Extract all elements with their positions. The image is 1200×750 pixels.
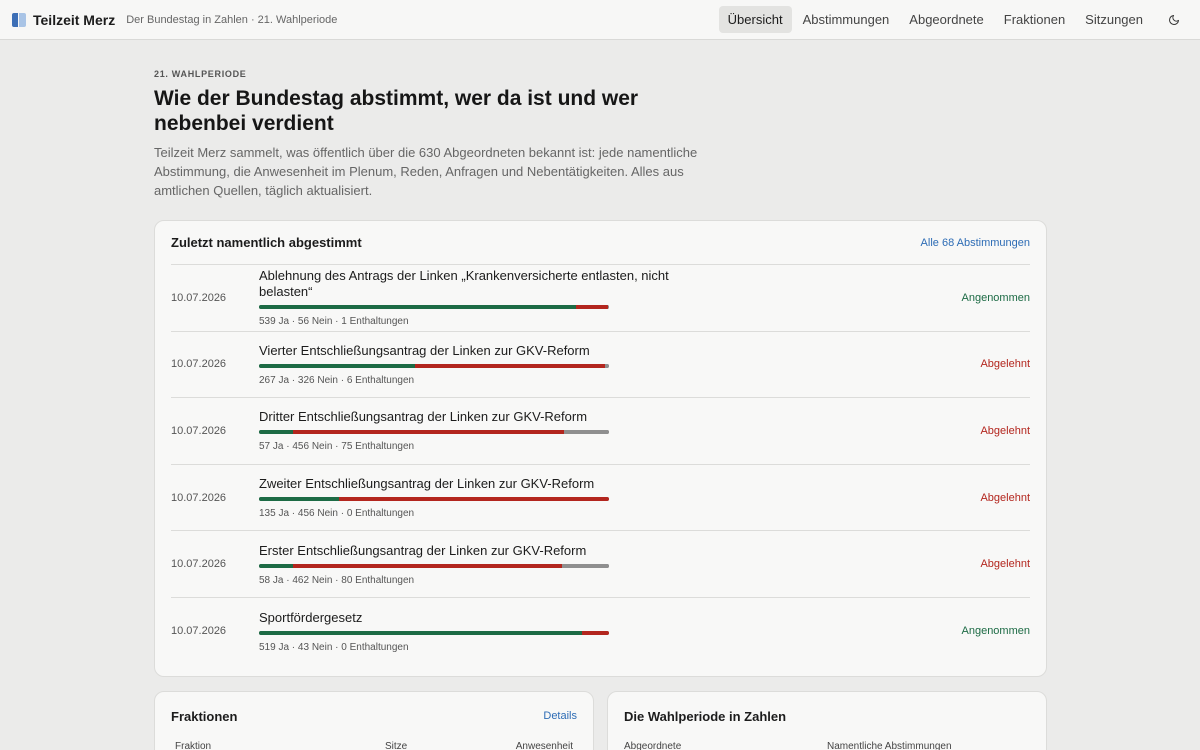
vote-main: Erster Entschließungsantrag der Linken z… bbox=[259, 543, 719, 586]
vote-result-bar bbox=[259, 497, 609, 502]
main-content: 21. WAHLPERIODE Wie der Bundestag abstim… bbox=[154, 69, 1047, 750]
vote-result-badge: Abgelehnt bbox=[980, 491, 1030, 504]
brand-name[interactable]: Teilzeit Merz bbox=[33, 12, 115, 28]
vote-date: 10.07.2026 bbox=[171, 291, 227, 304]
vote-title[interactable]: Sportfördergesetz bbox=[259, 610, 719, 626]
vote-title[interactable]: Zweiter Entschließungsantrag der Linken … bbox=[259, 476, 719, 492]
all-votes-link[interactable]: Alle 68 Abstimmungen bbox=[921, 237, 1030, 249]
vote-result-bar bbox=[259, 563, 609, 568]
nav-abstimmungen[interactable]: Abstimmungen bbox=[794, 6, 899, 33]
vote-counts: 539 Ja · 56 Nein · 1 Enthaltungen bbox=[259, 316, 409, 328]
stats-labels: Abgeordnete Namentliche Abstimmungen bbox=[624, 741, 1030, 750]
vote-result-bar bbox=[259, 363, 609, 368]
vote-bar-nein bbox=[575, 305, 609, 310]
vote-title[interactable]: Dritter Entschließungsantrag der Linken … bbox=[259, 409, 719, 425]
fraktionen-card: Fraktionen Details Fraktion Sitze Anwese… bbox=[154, 690, 594, 750]
column-header-fraktion[interactable]: Fraktion bbox=[175, 741, 385, 750]
hero-kicker: 21. WAHLPERIODE bbox=[154, 69, 247, 79]
recent-votes-header: Zuletzt namentlich abgestimmt Alle 68 Ab… bbox=[171, 221, 1030, 265]
recent-votes-title: Zuletzt namentlich abgestimmt bbox=[171, 235, 362, 250]
vote-date: 10.07.2026 bbox=[171, 491, 227, 504]
main-nav: Übersicht Abstimmungen Abgeordnete Frakt… bbox=[717, 6, 1188, 33]
tagline: Der Bundestag in Zahlen · 21. Wahlperiod… bbox=[126, 13, 338, 26]
vote-main: Zweiter Entschließungsantrag der Linken … bbox=[259, 476, 719, 519]
vote-counts: 58 Ja · 462 Nein · 80 Enthaltungen bbox=[259, 574, 415, 586]
vote-bar-ja bbox=[259, 305, 576, 310]
vote-row[interactable]: 10.07.2026 Erster Entschließungsantrag de… bbox=[171, 531, 1030, 598]
vote-main: Dritter Entschließungsantrag der Linken … bbox=[259, 409, 719, 452]
vote-result-badge: Abgelehnt bbox=[980, 424, 1030, 437]
moon-icon bbox=[1169, 14, 1179, 25]
recent-votes-card: Zuletzt namentlich abgestimmt Alle 68 Ab… bbox=[154, 220, 1047, 677]
vote-main: Sportfördergesetz 519 Ja · 43 Nein · 0 En… bbox=[259, 610, 719, 653]
fraktionen-title: Fraktionen bbox=[171, 708, 238, 724]
stats-card: Die Wahlperiode in Zahlen Abgeordnete Na… bbox=[607, 690, 1047, 750]
vote-bar-nein bbox=[582, 630, 609, 635]
hero-intro: Teilzeit Merz sammelt, was öffentlich üb… bbox=[154, 145, 698, 198]
vote-title[interactable]: Erster Entschließungsantrag der Linken z… bbox=[259, 543, 719, 559]
fraktionen-details-link[interactable]: Details bbox=[543, 710, 577, 722]
vote-result-badge: Angenommen bbox=[961, 625, 1031, 638]
vote-date: 10.07.2026 bbox=[171, 358, 227, 371]
vote-bar-ja bbox=[259, 563, 293, 568]
stats-header: Die Wahlperiode in Zahlen bbox=[624, 692, 1030, 741]
vote-bar-enthaltung bbox=[562, 563, 609, 568]
vote-row[interactable]: 10.07.2026 Ablehnung des Antrags der Link… bbox=[171, 265, 1030, 332]
vote-bar-nein bbox=[292, 563, 563, 568]
fraktionen-header: Fraktionen Details bbox=[171, 692, 577, 741]
nav-fraktionen[interactable]: Fraktionen bbox=[995, 6, 1074, 33]
stats-title: Die Wahlperiode in Zahlen bbox=[624, 708, 787, 724]
stat-label-abstimmungen: Namentliche Abstimmungen bbox=[827, 740, 952, 750]
vote-date: 10.07.2026 bbox=[171, 558, 227, 571]
logo-icon bbox=[12, 12, 26, 27]
column-header-sitze[interactable]: Sitze bbox=[385, 741, 505, 750]
vote-bar-ja bbox=[259, 430, 293, 435]
vote-bar-nein bbox=[415, 363, 606, 368]
vote-title[interactable]: Vierter Entschließungsantrag der Linken … bbox=[259, 343, 719, 359]
top-bar: Teilzeit Merz Der Bundestag in Zahlen · … bbox=[0, 0, 1200, 40]
vote-bar-ja bbox=[259, 630, 583, 635]
vote-counts: 519 Ja · 43 Nein · 0 Enthaltungen bbox=[259, 641, 409, 653]
bottom-grid: Fraktionen Details Fraktion Sitze Anwese… bbox=[154, 690, 1047, 750]
vote-main: Vierter Entschließungsantrag der Linken … bbox=[259, 343, 719, 386]
vote-counts: 135 Ja · 456 Nein · 0 Enthaltungen bbox=[259, 508, 415, 520]
page-title: Wie der Bundestag abstimmt, wer da ist u… bbox=[154, 87, 639, 135]
vote-main: Ablehnung des Antrags der Linken „Kranke… bbox=[259, 268, 719, 327]
vote-row[interactable]: 10.07.2026 Sportfördergesetz 519 Ja · 43 N… bbox=[171, 598, 1030, 665]
vote-bar-enthaltung bbox=[605, 363, 609, 368]
vote-row[interactable]: 10.07.2026 Zweiter Entschließungsantrag d… bbox=[171, 465, 1030, 532]
vote-bar-enthaltung bbox=[564, 430, 609, 435]
vote-date: 10.07.2026 bbox=[171, 625, 227, 638]
vote-result-badge: Angenommen bbox=[961, 291, 1031, 304]
vote-row[interactable]: 10.07.2026 Dritter Entschließungsantrag d… bbox=[171, 398, 1030, 465]
vote-bar-nein bbox=[338, 497, 609, 502]
vote-date: 10.07.2026 bbox=[171, 424, 227, 437]
stat-label-abgeordnete: Abgeordnete bbox=[624, 740, 682, 750]
vote-counts: 57 Ja · 456 Nein · 75 Enthaltungen bbox=[259, 441, 415, 453]
vote-bar-nein bbox=[292, 430, 565, 435]
theme-toggle-button[interactable] bbox=[1164, 10, 1184, 30]
vote-bar-ja bbox=[259, 497, 339, 502]
vote-counts: 267 Ja · 326 Nein · 6 Enthaltungen bbox=[259, 374, 415, 386]
vote-result-bar bbox=[259, 630, 609, 635]
logo[interactable]: Teilzeit Merz bbox=[12, 12, 115, 28]
vote-result-bar bbox=[259, 305, 609, 310]
vote-title[interactable]: Ablehnung des Antrags der Linken „Kranke… bbox=[259, 268, 719, 300]
vote-result-badge: Abgelehnt bbox=[980, 358, 1030, 371]
nav-uebersicht[interactable]: Übersicht bbox=[718, 6, 792, 33]
vote-result-bar bbox=[259, 430, 609, 435]
column-header-anwesenheit[interactable]: Anwesenheit bbox=[516, 741, 573, 750]
vote-result-badge: Abgelehnt bbox=[980, 558, 1030, 571]
nav-sitzungen[interactable]: Sitzungen bbox=[1076, 6, 1152, 33]
vote-bar-enthaltung bbox=[608, 305, 609, 310]
vote-list: 10.07.2026 Ablehnung des Antrags der Link… bbox=[171, 265, 1030, 665]
nav-abgeordnete[interactable]: Abgeordnete bbox=[900, 6, 992, 33]
fraktionen-table-header: Fraktion Sitze Anwesenheit bbox=[171, 741, 577, 750]
vote-bar-ja bbox=[259, 363, 415, 368]
vote-row[interactable]: 10.07.2026 Vierter Entschließungsantrag d… bbox=[171, 332, 1030, 399]
